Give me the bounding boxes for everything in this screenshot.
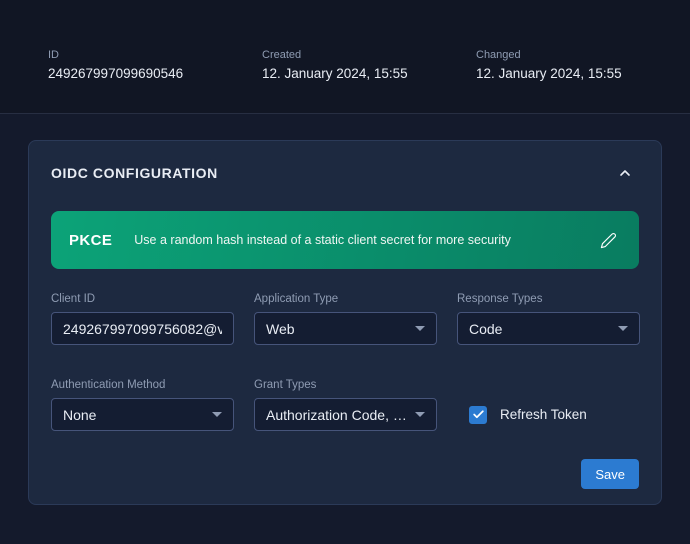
response-types-field: Response Types Code xyxy=(457,293,640,345)
meta-id-value: 249267997099690546 xyxy=(48,65,262,82)
meta-changed: Changed 12. January 2024, 15:55 xyxy=(476,48,690,113)
grant-types-label: Grant Types xyxy=(254,379,437,394)
check-icon xyxy=(472,408,485,421)
app-detail-page: ID 249267997099690546 Created 12. Januar… xyxy=(0,0,690,505)
chevron-down-icon xyxy=(415,412,425,417)
application-type-select[interactable]: Web xyxy=(254,312,437,345)
authentication-method-label: Authentication Method xyxy=(51,379,234,394)
card-title: OIDC CONFIGURATION xyxy=(51,165,218,181)
oidc-form: Client ID Application Type Web Response … xyxy=(51,293,639,431)
grant-types-select[interactable]: Authorization Code, Re… xyxy=(254,398,437,431)
save-button[interactable]: Save xyxy=(581,459,639,489)
refresh-token-label: Refresh Token xyxy=(500,407,587,422)
grant-types-value: Authorization Code, Re… xyxy=(266,407,407,423)
response-types-select[interactable]: Code xyxy=(457,312,640,345)
grant-types-field: Grant Types Authorization Code, Re… xyxy=(254,379,437,431)
chevron-up-icon xyxy=(617,165,633,181)
application-type-field: Application Type Web xyxy=(254,293,437,345)
edit-auth-method-button[interactable] xyxy=(593,225,623,255)
chevron-down-icon xyxy=(415,326,425,331)
meta-id: ID 249267997099690546 xyxy=(48,48,262,113)
meta-changed-value: 12. January 2024, 15:55 xyxy=(476,65,690,82)
chevron-down-icon xyxy=(618,326,628,331)
card-header: OIDC CONFIGURATION xyxy=(51,157,639,189)
refresh-token-field: Refresh Token xyxy=(457,398,640,431)
refresh-token-checkbox[interactable] xyxy=(469,406,487,424)
client-id-input[interactable] xyxy=(51,312,234,345)
pkce-banner: PKCE Use a random hash instead of a stat… xyxy=(51,211,639,269)
meta-changed-label: Changed xyxy=(476,48,690,62)
application-type-value: Web xyxy=(266,321,295,337)
application-type-label: Application Type xyxy=(254,293,437,308)
response-types-label: Response Types xyxy=(457,293,640,308)
client-id-label: Client ID xyxy=(51,293,234,308)
authentication-method-select[interactable]: None xyxy=(51,398,234,431)
meta-id-label: ID xyxy=(48,48,262,62)
meta-created-label: Created xyxy=(262,48,476,62)
collapse-button[interactable] xyxy=(611,159,639,187)
chevron-down-icon xyxy=(212,412,222,417)
app-meta-header: ID 249267997099690546 Created 12. Januar… xyxy=(0,0,690,114)
oidc-configuration-card: OIDC CONFIGURATION PKCE Use a random has… xyxy=(28,140,662,505)
client-id-field: Client ID xyxy=(51,293,234,345)
authentication-method-value: None xyxy=(63,407,96,423)
pkce-title: PKCE xyxy=(69,232,112,249)
pkce-description: Use a random hash instead of a static cl… xyxy=(134,233,511,247)
meta-created-value: 12. January 2024, 15:55 xyxy=(262,65,476,82)
card-actions: Save xyxy=(51,459,639,489)
pencil-icon xyxy=(600,232,617,249)
response-types-value: Code xyxy=(469,321,502,337)
authentication-method-field: Authentication Method None xyxy=(51,379,234,431)
meta-created: Created 12. January 2024, 15:55 xyxy=(262,48,476,113)
